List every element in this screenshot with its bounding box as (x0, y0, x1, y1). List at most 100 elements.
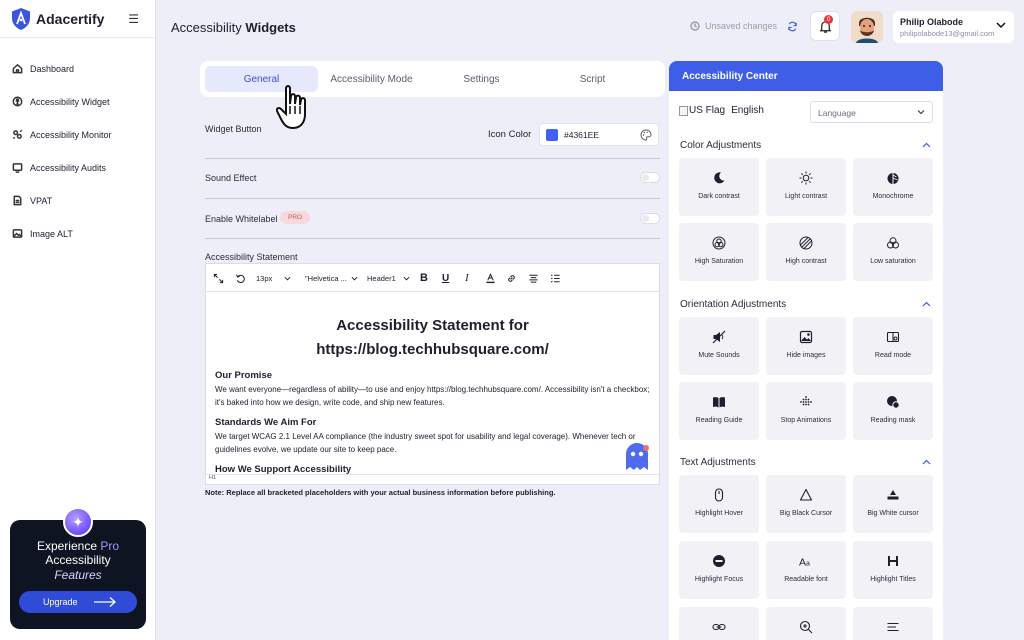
sparkle-icon: ✦ (63, 507, 93, 537)
monitor-icon (12, 129, 23, 140)
font-family-select[interactable]: "Helvetica ... (305, 264, 358, 292)
tile-highlight-hover[interactable]: Highlight Hover (679, 475, 759, 533)
page-title: Accessibility Widgets (171, 20, 296, 35)
tile-highlight-titles[interactable]: Highlight Titles (853, 541, 933, 599)
tile-big-white-cursor[interactable]: Big White cursor (853, 475, 933, 533)
statement-editor: 13px "Helvetica ... Header1 B U I Access… (205, 263, 660, 485)
current-language: US Flag English (679, 105, 764, 116)
link-icon[interactable] (506, 264, 517, 292)
flag-alt-text: US Flag (689, 105, 726, 116)
tile-reading-guide[interactable]: Reading Guide (679, 382, 759, 440)
doc-heading-promise: Our Promise (215, 370, 273, 381)
undo-icon[interactable] (235, 264, 246, 292)
brand-name: Adacertify (36, 10, 105, 27)
fullscreen-icon[interactable] (213, 264, 224, 292)
tile-mute-sounds[interactable]: Mute Sounds (679, 317, 759, 375)
tile-big-black-cursor[interactable]: Big Black Cursor (766, 475, 846, 533)
tile-readable-font[interactable]: Aa Readable font (766, 541, 846, 599)
sidebar-item-vpat[interactable]: VPAT (0, 184, 155, 217)
image-icon (799, 330, 813, 344)
palette-icon[interactable] (640, 129, 652, 141)
text-adjustments-title: Text Adjustments (680, 457, 756, 468)
italic-button[interactable]: I (465, 264, 469, 292)
tab-settings[interactable]: Settings (425, 66, 538, 92)
promo-line-2: Accessibility (45, 553, 111, 567)
bold-button[interactable]: B (420, 264, 428, 292)
svg-text:A: A (799, 556, 806, 568)
editor-content[interactable]: Accessibility Statement for https://blog.… (206, 292, 659, 474)
language-select[interactable]: Language (810, 101, 933, 123)
sidebar-nav: Dashboard Accessibility Widget Accessibi… (0, 38, 155, 250)
focus-icon (713, 555, 725, 567)
tile-light-contrast[interactable]: Light contrast (766, 158, 846, 216)
mute-icon (712, 330, 726, 344)
notifications-button[interactable]: 0 (810, 11, 840, 41)
tile-highlight-focus[interactable]: Highlight Focus (679, 541, 759, 599)
hamburger-menu-icon[interactable]: ☰ (128, 12, 139, 26)
text-color-icon[interactable] (485, 264, 496, 292)
tile-hide-images[interactable]: Hide images (766, 317, 846, 375)
tab-bar: General Accessibility Mode Settings Scri… (200, 61, 665, 97)
widget-button-label: Widget Button (205, 124, 262, 134)
us-flag-icon (679, 105, 688, 116)
panel-title: Accessibility Center (669, 61, 943, 91)
sidebar: Adacertify ☰ Dashboard Accessibility Wid… (0, 0, 156, 640)
promo-line-3: Features (54, 568, 102, 582)
whitelabel-toggle[interactable] (640, 213, 660, 224)
cursor-filled-icon (887, 490, 899, 500)
list-icon[interactable] (550, 264, 561, 292)
zoom-in-icon (799, 620, 813, 634)
tile-monochrome[interactable]: Monochrome (853, 158, 933, 216)
font-size-select[interactable]: 13px (256, 264, 291, 292)
tile-text-align[interactable] (853, 607, 933, 640)
underline-button[interactable]: U (442, 264, 449, 292)
icon-color-input[interactable]: #4361EE (539, 123, 659, 146)
orientation-adjustments-title: Orientation Adjustments (680, 299, 787, 310)
sun-icon (799, 171, 813, 185)
tab-accessibility-mode[interactable]: Accessibility Mode (315, 66, 428, 92)
sidebar-item-label: Accessibility Widget (30, 96, 110, 107)
tile-read-mode[interactable]: Read mode (853, 317, 933, 375)
tile-high-saturation[interactable]: High Saturation (679, 223, 759, 281)
audit-icon (12, 163, 23, 173)
sidebar-item-image-alt[interactable]: Image ALT (0, 217, 155, 250)
arrow-right-icon (94, 597, 116, 607)
language-row: US Flag English Language (669, 91, 943, 131)
align-icon[interactable] (528, 264, 539, 292)
shield-logo-icon (12, 7, 30, 30)
brand: Adacertify ☰ (0, 0, 155, 38)
heading-icon (888, 556, 898, 566)
tile-magnifier[interactable] (766, 607, 846, 640)
heading-select[interactable]: Header1 (367, 264, 410, 292)
sidebar-item-accessibility-widget[interactable]: Accessibility Widget (0, 85, 155, 118)
sidebar-item-accessibility-audits[interactable]: Accessibility Audits (0, 151, 155, 184)
avatar[interactable] (851, 11, 883, 43)
sidebar-item-dashboard[interactable]: Dashboard (0, 52, 155, 85)
language-name: English (731, 105, 764, 116)
chevron-up-icon[interactable] (922, 301, 931, 307)
tile-link[interactable] (679, 607, 759, 640)
sound-effect-toggle[interactable] (640, 172, 660, 183)
tile-high-contrast[interactable]: High contrast (766, 223, 846, 281)
tile-low-saturation[interactable]: Low saturation (853, 223, 933, 281)
link-icon (712, 623, 726, 631)
tab-script[interactable]: Script (536, 66, 649, 92)
upgrade-button[interactable]: Upgrade (19, 591, 137, 613)
chat-assistant-icon[interactable] (622, 440, 652, 472)
unsaved-status: Unsaved changes (690, 21, 777, 31)
sidebar-item-accessibility-monitor[interactable]: Accessibility Monitor (0, 118, 155, 151)
read-mode-icon (886, 331, 900, 343)
tile-stop-animations[interactable]: Stop Animations (766, 382, 846, 440)
book-icon (713, 397, 725, 408)
chevron-up-icon[interactable] (922, 142, 931, 148)
user-menu[interactable]: Philip Olabode philipolabode13@gmail.com (893, 11, 1014, 43)
doc-title: Accessibility Statement for https://blog.… (316, 317, 549, 358)
chevron-down-icon (284, 276, 291, 280)
chevron-up-icon[interactable] (922, 459, 931, 465)
chevron-down-icon (351, 276, 358, 280)
tile-reading-mask[interactable]: Reading mask (853, 382, 933, 440)
moon-icon (714, 172, 725, 184)
tile-dark-contrast[interactable]: Dark contrast (679, 158, 759, 216)
refresh-icon[interactable] (787, 21, 798, 32)
icon-color-label: Icon Color (488, 129, 532, 140)
